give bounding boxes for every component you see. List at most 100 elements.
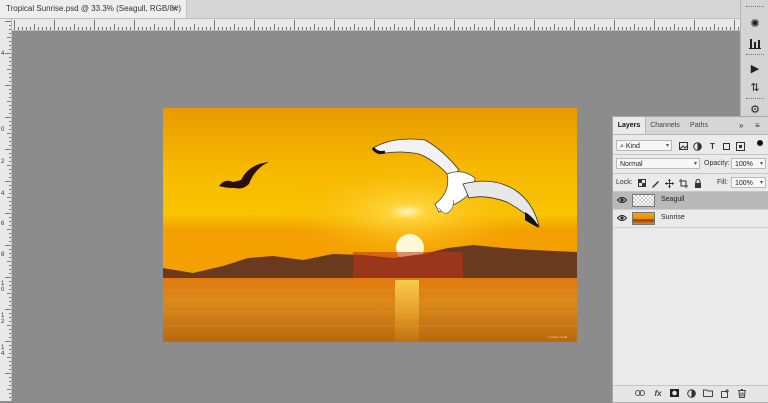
image-filter-icon[interactable] — [679, 142, 688, 151]
vertical-ruler[interactable]: 4 0 2 4 6 8 1 0 1 2 1 4 — [0, 19, 12, 401]
ruler-tick — [9, 157, 11, 158]
ruler-tick — [9, 297, 11, 298]
ruler-tick — [150, 27, 151, 30]
panel-menu-icon[interactable]: ≡ — [755, 117, 760, 134]
ruler-tick — [98, 27, 99, 30]
layer-name[interactable]: Seagull — [661, 196, 684, 203]
ruler-tick — [638, 27, 639, 30]
lock-all-icon[interactable] — [693, 179, 702, 188]
visibility-eye-icon[interactable] — [616, 214, 628, 223]
kind-filter-select[interactable]: ⌕ Kind ▾ — [616, 140, 672, 151]
ruler-tick — [662, 27, 663, 30]
trash-icon[interactable] — [737, 389, 747, 399]
ruler-tick — [42, 27, 43, 30]
ruler-tick — [370, 27, 371, 30]
ruler-tick — [90, 27, 91, 30]
dock-grip[interactable] — [746, 98, 764, 101]
ruler-tick — [9, 29, 11, 30]
smart-object-filter-icon[interactable] — [736, 142, 745, 151]
fill-field[interactable]: 100% ▾ — [731, 177, 766, 188]
lock-label: Lock: — [616, 179, 633, 186]
tab-layers[interactable]: Layers — [613, 117, 646, 134]
document-image[interactable]: © photo credit — [163, 108, 577, 342]
ruler-tick — [254, 20, 255, 30]
ruler-tick — [9, 145, 11, 146]
lock-position-icon[interactable] — [665, 179, 674, 188]
ruler-tick — [9, 61, 11, 62]
ruler-tick — [518, 27, 519, 30]
ruler-tick — [526, 27, 527, 30]
new-layer-icon[interactable] — [720, 389, 730, 399]
fx-icon[interactable]: fx — [653, 389, 663, 399]
ruler-tick — [494, 20, 495, 30]
horizontal-ruler[interactable] — [12, 19, 740, 31]
visibility-eye-icon[interactable] — [616, 196, 628, 205]
mask-icon[interactable] — [669, 389, 679, 399]
adjustment-filter-icon[interactable] — [693, 142, 702, 151]
ruler-tick — [114, 24, 115, 30]
layer-name[interactable]: Sunrise — [661, 214, 685, 221]
ruler-tick — [9, 217, 11, 218]
ruler-tick — [9, 337, 11, 338]
ruler-tick — [166, 27, 167, 30]
layer-thumbnail-seagull — [632, 194, 655, 207]
bar-chart-icon[interactable] — [748, 36, 762, 50]
ruler-tick — [198, 27, 199, 30]
tab-channels[interactable]: Channels — [647, 117, 683, 134]
layers-panel-footer: fx — [613, 385, 768, 402]
shape-filter-icon[interactable] — [722, 142, 731, 151]
opacity-field[interactable]: 100% ▾ — [731, 158, 766, 169]
ruler-tick — [442, 27, 443, 30]
ruler-tick — [246, 27, 247, 30]
ruler-tick — [574, 20, 575, 30]
lock-pixels-icon[interactable] — [651, 179, 660, 188]
play-icon[interactable]: ▶ — [748, 61, 762, 75]
ruler-tick — [9, 121, 11, 122]
settings-icon[interactable]: ⚙ — [748, 102, 762, 116]
ruler-tick — [510, 27, 511, 30]
kind-filter-label: Kind — [625, 143, 640, 150]
ruler-tick — [9, 349, 11, 350]
ruler-tick — [642, 27, 643, 30]
ruler-tick — [186, 27, 187, 30]
document-tab[interactable]: Tropical Sunrise.psd @ 33.3% (Seagull, R… — [0, 0, 187, 18]
folder-icon[interactable] — [703, 389, 713, 399]
ruler-tick — [554, 24, 555, 30]
ruler-tick — [702, 27, 703, 30]
ruler-tick — [206, 27, 207, 30]
ruler-tick — [234, 24, 235, 30]
ruler-tick — [462, 27, 463, 30]
dock-grip[interactable] — [746, 54, 764, 57]
ruler-tick — [5, 341, 11, 342]
chevron-down-icon: ▾ — [759, 180, 763, 186]
link-icon[interactable] — [635, 389, 645, 399]
type-filter-icon[interactable]: T — [708, 142, 717, 151]
blend-mode-select[interactable]: Normal ▾ — [616, 158, 700, 169]
ruler-tick — [290, 27, 291, 30]
ruler-tick — [230, 27, 231, 30]
channel-swap-icon[interactable]: ⇅ — [748, 80, 762, 94]
ruler-tick — [9, 345, 11, 346]
sun-icon[interactable]: ✺ — [748, 16, 762, 30]
ruler-tick — [390, 27, 391, 30]
chevron-down-icon: ▾ — [665, 143, 669, 149]
layer-row-sunrise[interactable]: Sunrise — [613, 210, 768, 228]
collapse-panel-icon[interactable]: » — [739, 117, 743, 134]
ruler-tick — [9, 33, 11, 34]
lock-artboard-icon[interactable] — [679, 179, 688, 188]
ruler-tick — [578, 27, 579, 30]
layer-row-seagull[interactable]: Seagull — [613, 192, 768, 210]
ruler-tick — [138, 27, 139, 30]
tab-paths[interactable]: Paths — [685, 117, 713, 134]
ruler-label: 1 4 — [1, 345, 5, 357]
filter-toggle-icon[interactable] — [755, 139, 764, 148]
dock-grip[interactable] — [746, 6, 764, 9]
lock-transparent-icon[interactable] — [637, 179, 646, 188]
close-tab-icon[interactable]: × — [172, 3, 177, 13]
ruler-tick — [7, 165, 11, 166]
adjustment-icon[interactable] — [686, 389, 696, 399]
ruler-tick — [686, 27, 687, 30]
ruler-tick — [286, 27, 287, 30]
ruler-tick — [626, 27, 627, 30]
ruler-tick — [9, 81, 11, 82]
